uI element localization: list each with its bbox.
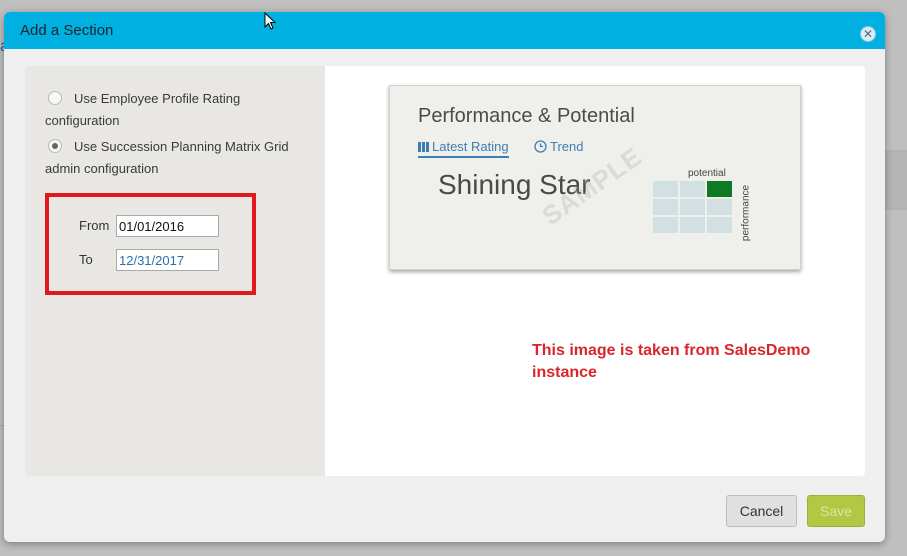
preview-title: Performance & Potential [418,105,635,127]
matrix-cell [653,199,678,215]
grid-icon [418,142,429,152]
from-label: From [79,218,110,233]
configuration-panel: Use Employee Profile Rating configuratio… [25,66,325,476]
option-succession-planning-matrix[interactable]: Use Succession Planning Matrix Grid admi… [45,136,315,180]
performance-potential-preview: Performance & Potential Latest Rating Tr… [389,85,801,270]
matrix-cell [707,217,732,233]
date-range-highlight: From To [45,193,256,295]
option-employee-profile-rating[interactable]: Use Employee Profile Rating configuratio… [45,88,315,132]
matrix-cell [707,199,732,215]
matrix-cell [680,199,705,215]
matrix-cell [653,217,678,233]
to-date-input[interactable] [116,249,219,271]
tab-label: Latest Rating [432,139,509,154]
matrix-cell [653,181,678,197]
tab-latest-rating[interactable]: Latest Rating [418,139,509,158]
clock-icon [534,140,547,153]
radio-button-selected[interactable] [48,139,62,153]
option-label: Use Employee Profile Rating configuratio… [45,91,241,128]
potential-axis-label: potential [688,168,726,179]
dialog-content: Use Employee Profile Rating configuratio… [25,66,865,476]
tab-trend[interactable]: Trend [534,139,583,154]
to-label: To [79,252,93,267]
performance-axis: performance [739,179,753,247]
tab-label: Trend [550,139,584,154]
annotation-note: This image is taken from SalesDemo insta… [532,342,811,381]
close-icon[interactable]: ✕ [860,26,876,42]
option-label: Use Succession Planning Matrix Grid admi… [45,139,289,176]
dialog-header: Add a Section ✕ [4,12,885,49]
matrix-cell-highlighted [707,181,732,197]
background-panel [885,150,907,210]
matrix-cell [680,217,705,233]
dialog-title: Add a Section [20,22,114,39]
cancel-button[interactable]: Cancel [726,495,797,527]
performance-axis-label: performance [740,184,752,242]
add-section-dialog: Add a Section ✕ Use Employee Profile Rat… [4,12,885,542]
radio-button[interactable] [48,91,62,105]
matrix-cell [680,181,705,197]
from-date-input[interactable] [116,215,219,237]
save-button[interactable]: Save [807,495,865,527]
matrix-grid [653,181,734,234]
